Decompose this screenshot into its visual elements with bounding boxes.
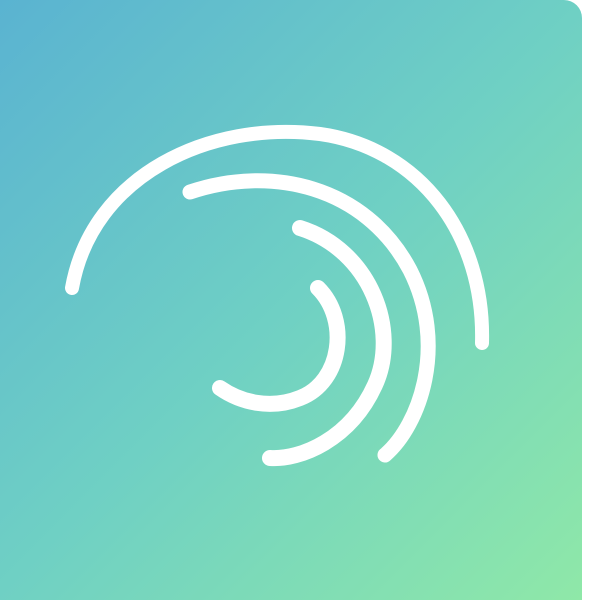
outer-arc-lead <box>70 170 152 290</box>
app-icon-tile <box>0 0 582 600</box>
inner-arc <box>262 220 392 467</box>
concentric-swirl-icon <box>65 124 490 467</box>
hook-arc <box>212 280 346 412</box>
middle-arc <box>182 173 436 463</box>
